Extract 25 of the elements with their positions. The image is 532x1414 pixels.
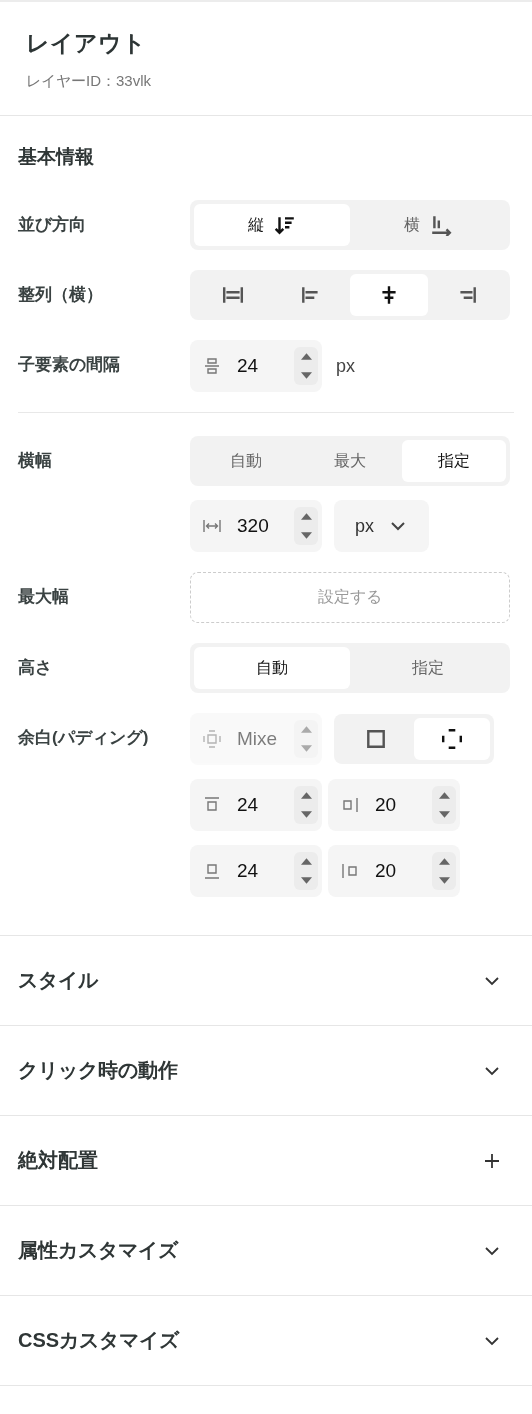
field-label: 最大幅 (18, 586, 70, 608)
field-label: 横幅 (18, 450, 53, 472)
field-label: 整列（横） (18, 284, 104, 306)
unit-select[interactable]: px (334, 500, 429, 552)
segment-button[interactable]: 最大 (298, 440, 402, 482)
field-label: 子要素の間隔 (18, 354, 121, 376)
unit-label: px (336, 355, 355, 377)
segment-button[interactable]: 指定 (402, 440, 506, 482)
field-label: 余白(パディング) (18, 727, 150, 749)
number-field[interactable]: 20 (328, 779, 460, 831)
number-field[interactable]: 24 (190, 340, 322, 392)
number-field[interactable]: 320 (190, 500, 322, 552)
section-title: 基本情報 (18, 145, 95, 169)
field-label: 高さ (18, 657, 53, 679)
segment-button[interactable]: 縦 (194, 204, 350, 246)
segment-button[interactable]: 自動 (194, 647, 350, 689)
panel-title: レイアウト (26, 29, 147, 58)
number-field[interactable]: 20 (328, 845, 460, 897)
segment-button[interactable]: 自動 (194, 440, 298, 482)
field-label: 並び方向 (18, 214, 87, 236)
layer-id: レイヤーID：33vlk (26, 72, 153, 91)
segment-button[interactable]: 横 (350, 204, 506, 246)
number-field[interactable]: 24 (190, 845, 322, 897)
segment-button[interactable]: 指定 (350, 647, 506, 689)
number-field[interactable]: 24 (190, 779, 322, 831)
